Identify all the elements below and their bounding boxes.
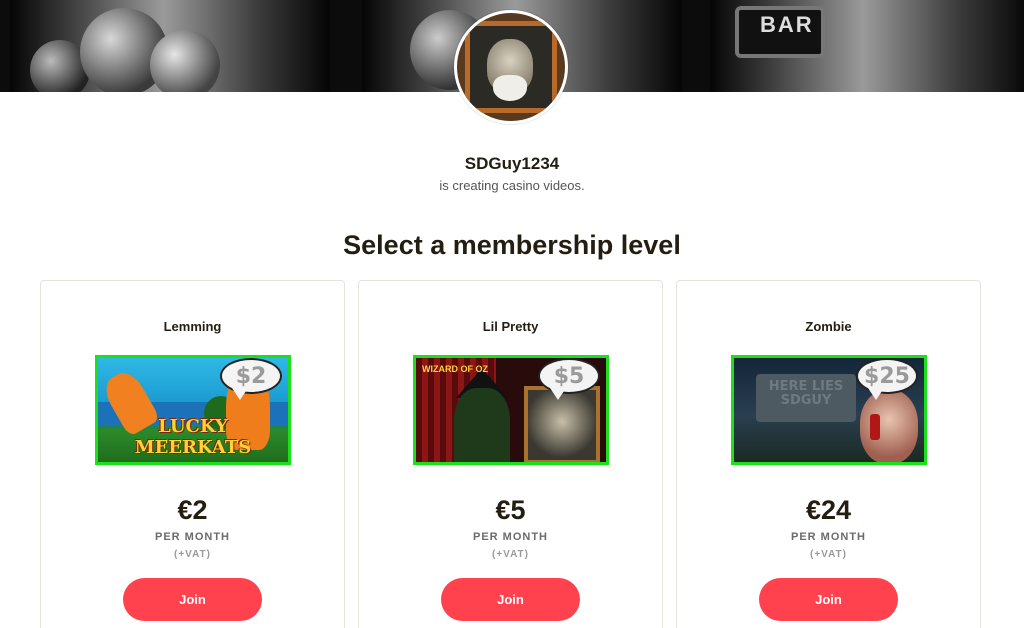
tier-price: €24	[805, 495, 852, 525]
speech-bubble-tail	[868, 388, 884, 400]
tier-name: Lemming	[163, 319, 222, 334]
join-button[interactable]: Join	[759, 578, 898, 621]
bar-symbol-text: BAR	[760, 12, 814, 37]
speech-bubble: $5	[538, 358, 600, 394]
tier-period: PER MONTH	[155, 531, 230, 543]
tier-image: HERE LIES SDGUY $25	[731, 355, 927, 465]
tier-tax-note: (+VAT)	[809, 549, 847, 560]
tier-card-lil-pretty: Lil Pretty WIZARD OF OZ $5 €5 PER MONTH …	[358, 280, 663, 628]
tier-card-zombie: Zombie HERE LIES SDGUY $25 €24 PER MONTH…	[676, 280, 981, 628]
game-logo: WIZARD OF OZ	[422, 364, 488, 374]
tier-tax-note: (+VAT)	[491, 549, 529, 560]
cherry-icon	[150, 30, 220, 92]
join-button[interactable]: Join	[441, 578, 580, 621]
creator-name[interactable]: SDGuy1234	[0, 154, 1024, 174]
speech-bubble: $25	[856, 358, 918, 394]
tier-name: Lil Pretty	[482, 319, 539, 334]
price-badge: $25	[864, 364, 910, 389]
tier-period: PER MONTH	[791, 531, 866, 543]
creator-avatar[interactable]	[454, 10, 568, 124]
speech-bubble-tail	[550, 388, 566, 400]
tier-price: €5	[495, 495, 526, 525]
game-logo: LUCKY MEERKATS	[134, 416, 252, 458]
tier-name: Zombie	[805, 319, 852, 334]
avatar-beard	[493, 75, 527, 101]
speech-bubble-tail	[232, 388, 248, 400]
tier-price: €2	[177, 495, 208, 525]
blood-graphic	[870, 414, 880, 440]
tier-period: PER MONTH	[473, 531, 548, 543]
price-badge: $5	[553, 364, 585, 389]
page-title: Select a membership level	[343, 230, 681, 260]
zombie-face-graphic	[860, 390, 918, 462]
witch-graphic	[454, 388, 510, 462]
tier-image: WIZARD OF OZ $5	[413, 355, 609, 465]
price-badge: $2	[235, 364, 267, 389]
tier-image: LUCKY MEERKATS $2	[95, 355, 291, 465]
gravestone-text: HERE LIES SDGUY	[768, 379, 844, 408]
tier-tax-note: (+VAT)	[173, 549, 211, 560]
join-button[interactable]: Join	[123, 578, 262, 621]
tier-card-lemming: Lemming LUCKY MEERKATS $2 €2 PER MONTH (…	[40, 280, 345, 628]
speech-bubble: $2	[220, 358, 282, 394]
creator-tagline: is creating casino videos.	[439, 178, 585, 193]
